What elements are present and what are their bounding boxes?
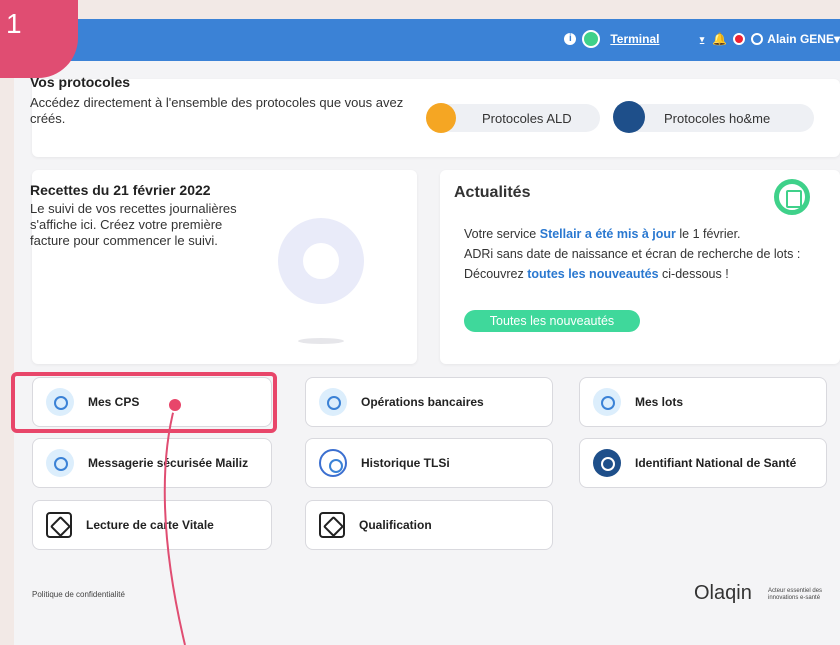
tlsi-icon <box>319 449 347 477</box>
tile-label: Historique TLSi <box>361 456 450 470</box>
status-indicator-icon <box>582 30 601 48</box>
terminal-selector[interactable]: Terminal ▾ <box>610 32 712 46</box>
tutorial-pointer-dot <box>167 397 183 413</box>
news-line-2: ADRi sans date de naissance et écran de … <box>464 247 801 261</box>
news-line1-post: le 1 février. <box>675 227 741 241</box>
mail-icon <box>46 449 74 477</box>
all-news-button[interactable]: Toutes les nouveautés <box>464 310 640 332</box>
cube-icon <box>319 512 345 538</box>
privacy-policy-link[interactable]: Politique de confidentialité <box>32 590 125 599</box>
lifebuoy-icon[interactable] <box>733 33 746 45</box>
tile-operations-bancaires[interactable]: Opérations bancaires <box>305 377 553 427</box>
tutorial-highlight-frame <box>11 372 277 433</box>
tile-identifiant-national-sante[interactable]: Identifiant National de Santé <box>579 438 827 488</box>
tile-mes-lots[interactable]: Mes lots <box>579 377 827 427</box>
bank-icon <box>319 388 347 416</box>
revenue-description: Le suivi de vos recettes journalières s'… <box>30 201 237 248</box>
tile-qualification[interactable]: Qualification <box>305 500 553 550</box>
protocols-home-button[interactable]: Protocoles ho&me <box>618 104 814 132</box>
tile-historique-tlsi[interactable]: Historique TLSi <box>305 438 553 488</box>
news-all-link[interactable]: toutes les nouveautés <box>527 267 658 281</box>
news-update-link[interactable]: Stellair a été mis à jour <box>540 227 676 241</box>
news-line-1: Votre service Stellair a été mis à jour … <box>464 224 804 244</box>
olaqin-logo: Olaqin <box>694 582 752 604</box>
news-line3-post: ci-dessous ! <box>658 267 729 281</box>
tile-label: Mes lots <box>635 395 684 409</box>
tutorial-pointer-line <box>163 404 186 645</box>
news-line-3: Découvrez toutes les nouveautés ci-desso… <box>464 264 804 284</box>
tile-label: Identifiant National de Santé <box>635 456 797 470</box>
donut-shadow <box>298 338 344 344</box>
top-bar: ir+ i Terminal▾ 🔔 Alain GENE ▾ <box>14 19 840 61</box>
olaqin-tagline: Acteur essentiel des innovations e-santé <box>768 588 823 601</box>
user-name[interactable]: Alain GENE <box>767 32 834 46</box>
info-icon[interactable]: i <box>564 33 577 45</box>
protocols-ald-label: Protocoles ALD <box>482 110 572 126</box>
news-title: Actualités <box>454 184 531 201</box>
tile-label: Opérations bancaires <box>361 395 484 409</box>
home-protocol-icon <box>613 101 645 133</box>
protocols-description: Accédez directement à l'ensemble des pro… <box>30 95 404 126</box>
tile-label: Qualification <box>359 518 432 532</box>
chevron-down-icon: ▾ <box>699 33 705 44</box>
news-body: Votre service Stellair a été mis à jour … <box>464 224 804 284</box>
news-line3-pre: Découvrez <box>464 267 528 281</box>
step-number: 1 <box>6 8 22 39</box>
revenue-title: Recettes du 21 février 2022 <box>30 182 211 198</box>
bell-icon[interactable]: 🔔 <box>712 32 727 46</box>
protocols-ald-button[interactable]: Protocoles ALD <box>432 104 600 132</box>
user-caret-icon[interactable]: ▾ <box>834 32 840 46</box>
ins-icon <box>593 449 621 477</box>
terminal-label: Terminal <box>610 32 660 46</box>
cube-icon <box>46 512 72 538</box>
top-right-controls: i Terminal ▾ 🔔 Alain GENE ▾ <box>564 30 840 48</box>
protocols-home-label: Protocoles ho&me <box>664 110 771 126</box>
user-icon[interactable] <box>751 33 764 45</box>
news-line1-pre: Votre service <box>464 227 540 241</box>
refresh-icon <box>774 179 810 215</box>
ald-icon <box>426 103 456 133</box>
stack-icon <box>593 388 621 416</box>
empty-donut-chart-icon <box>278 218 364 304</box>
